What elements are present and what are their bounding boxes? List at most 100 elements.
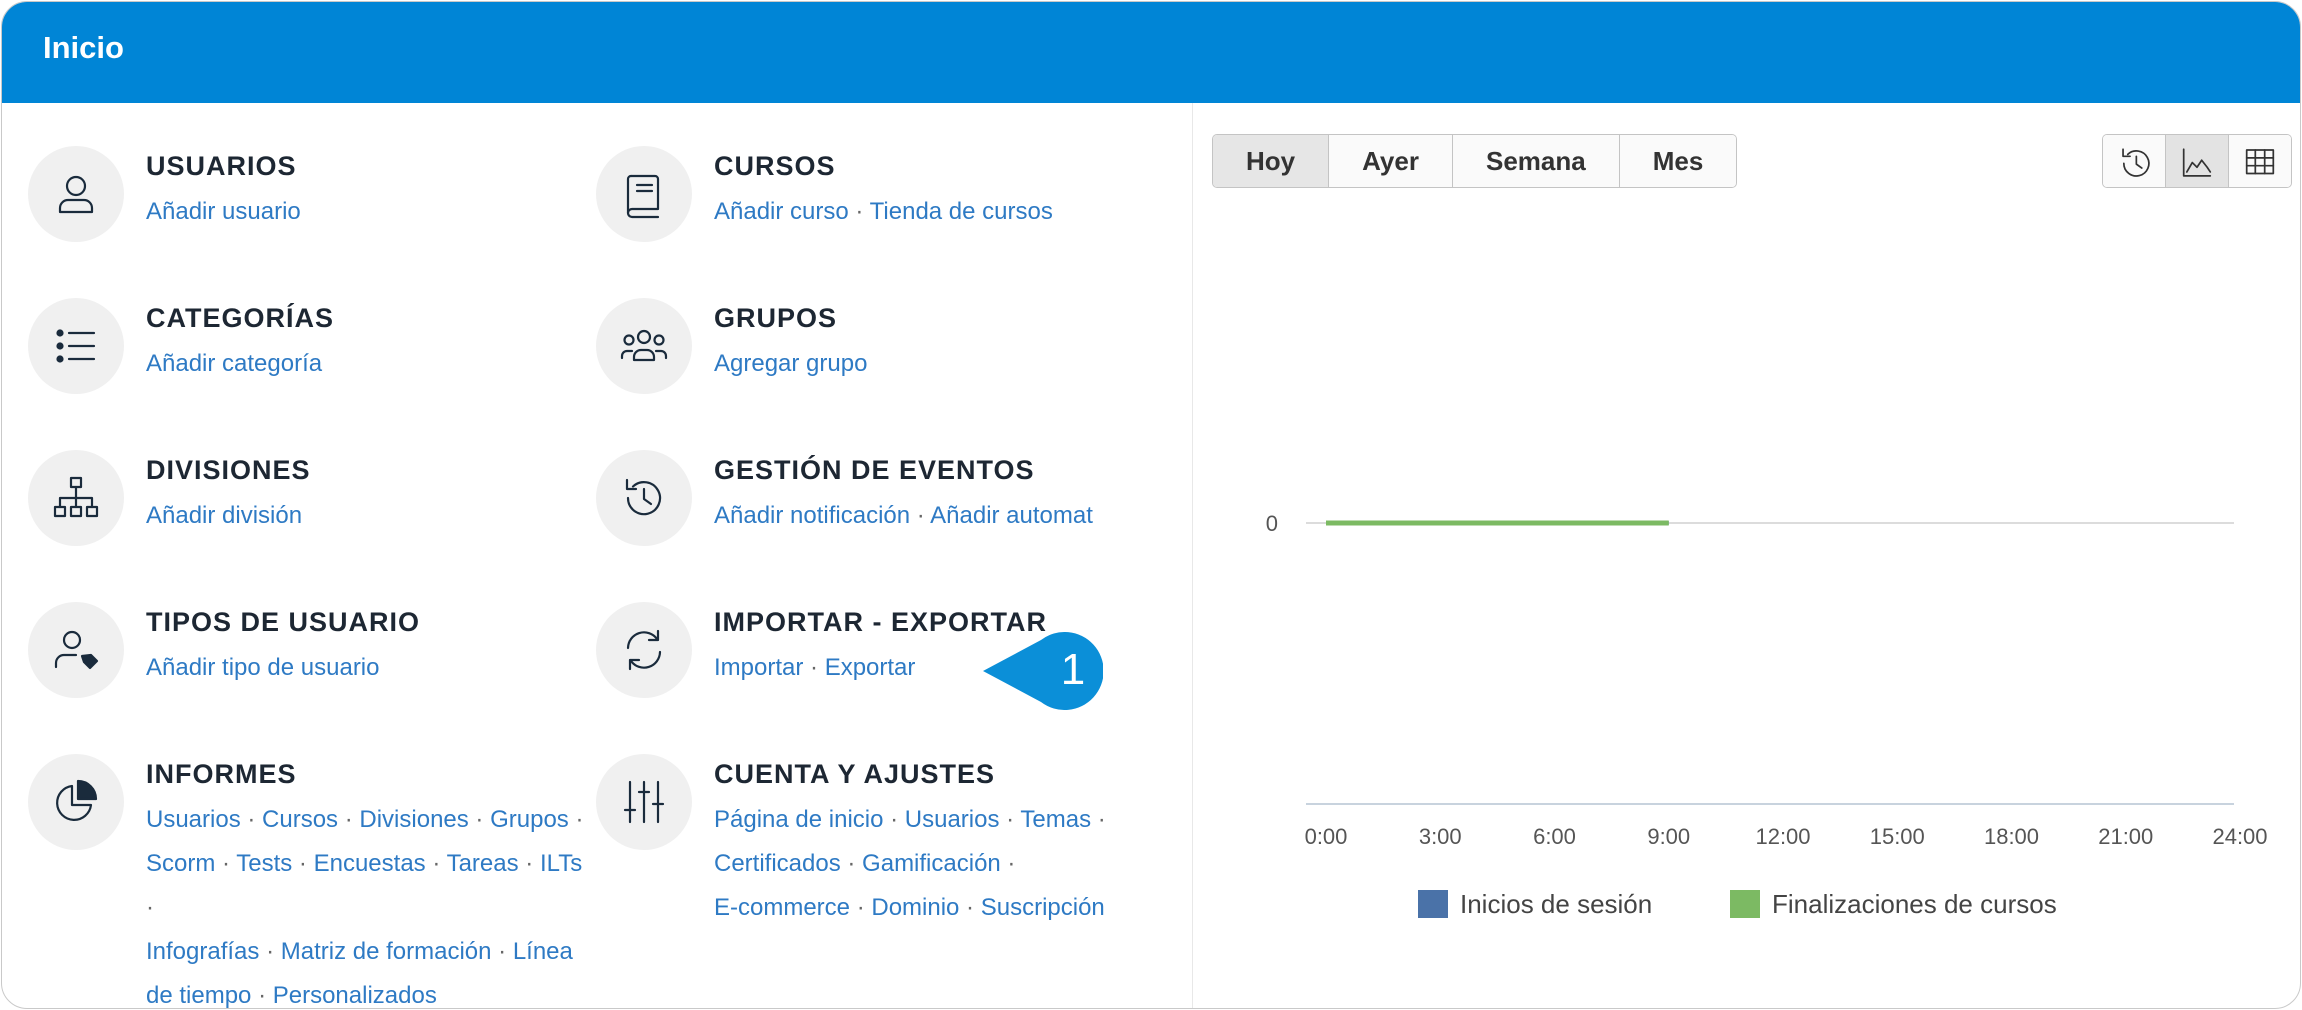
link-separator: ·: [803, 654, 825, 681]
module-link[interactable]: Usuarios: [146, 806, 241, 833]
module-title[interactable]: DIVISIONES: [146, 453, 596, 487]
period-tab-hoy[interactable]: Hoy: [1213, 135, 1330, 187]
module-link[interactable]: Infografías: [146, 938, 259, 965]
link-separator: ·: [999, 806, 1021, 833]
link-separator: ·: [215, 850, 237, 877]
module-link[interactable]: Certificados: [714, 850, 841, 877]
dashboard-window: Inicio USUARIOS Añadir usuario CURSOS Añadi…: [1, 1, 2301, 1009]
module-link[interactable]: E-commerce: [714, 894, 850, 921]
callout-number: 1: [1060, 645, 1086, 694]
module-links: Añadir tipo de usuario: [146, 646, 596, 690]
history-icon[interactable]: [596, 450, 692, 546]
module-link[interactable]: Scorm: [146, 850, 215, 877]
activity-chart: 0 0:00 3:00 6:00 9:00 12:00 15:00 18:00 21:00 24:…: [1266, 511, 2268, 919]
list-icon[interactable]: [28, 298, 124, 394]
sync-icon[interactable]: [596, 602, 692, 698]
link-separator: ·: [568, 806, 584, 833]
legend-label-0: Inicios de sesión: [1460, 889, 1652, 919]
module-link[interactable]: Matriz de formación: [281, 938, 492, 965]
link-separator: ·: [518, 850, 540, 877]
period-tab-ayer[interactable]: Ayer: [1329, 135, 1453, 187]
sliders-icon[interactable]: [596, 754, 692, 850]
module-link[interactable]: Gamificación: [862, 850, 1001, 877]
module-link[interactable]: Añadir tipo de usuario: [146, 654, 379, 681]
module-link[interactable]: Importar: [714, 654, 803, 681]
period-tab-semana[interactable]: Semana: [1452, 135, 1620, 187]
module-link[interactable]: Suscripción: [981, 894, 1105, 921]
link-separator: ·: [883, 806, 905, 833]
module-link[interactable]: Usuarios: [905, 806, 1000, 833]
module-link[interactable]: Personalizados: [273, 982, 437, 1008]
module-link[interactable]: Exportar: [825, 654, 916, 681]
module-links: Añadir notificación · Añadir automat: [714, 494, 1164, 538]
period-tab-mes[interactable]: Mes: [1619, 135, 1737, 187]
group-icon[interactable]: [596, 298, 692, 394]
hierarchy-icon[interactable]: [28, 450, 124, 546]
module-link[interactable]: Divisiones: [359, 806, 468, 833]
header-bar: Inicio: [2, 2, 2300, 103]
table-view-button[interactable]: [2229, 135, 2291, 187]
module-title[interactable]: CATEGORÍAS: [146, 301, 596, 335]
x-tick-label: 9:00: [1647, 824, 1690, 849]
module-title[interactable]: CURSOS: [714, 149, 1164, 183]
link-separator: ·: [850, 894, 872, 921]
pie-chart-icon[interactable]: [28, 754, 124, 850]
x-tick-label: 3:00: [1419, 824, 1462, 849]
module-link[interactable]: Añadir usuario: [146, 198, 301, 225]
module-title[interactable]: TIPOS DE USUARIO: [146, 605, 596, 639]
link-separator: ·: [146, 894, 154, 921]
module-link[interactable]: Dominio: [871, 894, 959, 921]
module-link[interactable]: Añadir automat: [930, 502, 1093, 529]
module-links: Añadir categoría: [146, 342, 596, 386]
link-separator: ·: [468, 806, 491, 833]
x-tick-label: 24:00: [2212, 824, 2267, 849]
link-separator: ·: [292, 850, 314, 877]
link-separator: ·: [240, 806, 263, 833]
user-tag-icon[interactable]: [28, 602, 124, 698]
module-link[interactable]: Tests: [236, 850, 292, 877]
link-separator: ·: [1091, 806, 1106, 833]
module-link[interactable]: Grupos: [490, 806, 569, 833]
module-link[interactable]: Añadir división: [146, 502, 302, 529]
book-icon[interactable]: [596, 146, 692, 242]
module-title[interactable]: CUENTA Y AJUSTES: [714, 757, 1164, 791]
module-link[interactable]: Encuestas: [314, 850, 426, 877]
module-title[interactable]: INFORMES: [146, 757, 596, 791]
module-link[interactable]: Añadir categoría: [146, 350, 322, 377]
module-link[interactable]: Tienda de cursos: [870, 198, 1053, 225]
module-title[interactable]: GESTIÓN DE EVENTOS: [714, 453, 1164, 487]
module-links: Añadir usuario: [146, 190, 596, 234]
link-separator: ·: [259, 938, 281, 965]
module-link[interactable]: Añadir curso: [714, 198, 849, 225]
module-link[interactable]: Agregar grupo: [714, 350, 867, 377]
link-separator: ·: [338, 806, 360, 833]
module-link[interactable]: Temas: [1020, 806, 1091, 833]
link-separator: ·: [959, 894, 981, 921]
view-selector: [2102, 134, 2292, 188]
module-link[interactable]: ILTs: [540, 850, 582, 877]
link-separator: ·: [251, 982, 273, 1009]
module-link[interactable]: Tareas: [447, 850, 519, 877]
link-separator: ·: [1000, 850, 1016, 877]
legend-swatch-1: [1730, 890, 1760, 918]
module-link[interactable]: Cursos: [262, 806, 338, 833]
user-icon[interactable]: [28, 146, 124, 242]
module-title[interactable]: GRUPOS: [714, 301, 1164, 335]
module-link[interactable]: Añadir notificación: [714, 502, 910, 529]
area-chart-view-button[interactable]: [2166, 135, 2229, 187]
link-separator: ·: [848, 198, 870, 225]
module-title[interactable]: USUARIOS: [146, 149, 596, 183]
x-tick-label: 21:00: [2098, 824, 2153, 849]
module-link[interactable]: Página de inicio: [714, 806, 883, 833]
link-separator: ·: [425, 850, 447, 877]
x-tick-label: 6:00: [1533, 824, 1576, 849]
area-chart-icon: [2182, 148, 2212, 177]
module-links: Usuarios · Cursos · Divisiones · Grupos …: [146, 798, 596, 1009]
table-icon: [2245, 149, 2275, 175]
history-view-button[interactable]: [2103, 135, 2166, 187]
module-links: Agregar grupo: [714, 342, 1164, 386]
y-tick-label: 0: [1266, 511, 1278, 536]
x-tick-label: 18:00: [1984, 824, 2039, 849]
link-separator: ·: [491, 938, 513, 965]
x-tick-label: 15:00: [1870, 824, 1925, 849]
